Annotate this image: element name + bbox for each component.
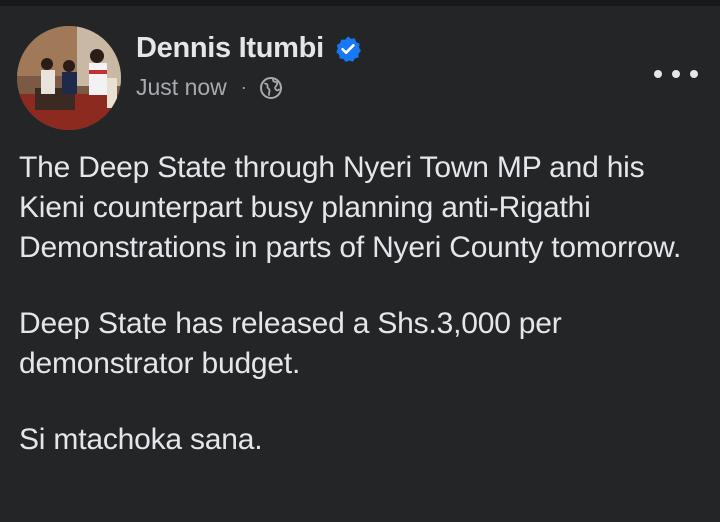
avatar-photo: [17, 26, 121, 130]
avatar[interactable]: [17, 26, 121, 130]
meta-separator: ·: [240, 77, 247, 97]
post-body: The Deep State through Nyeri Town MP and…: [19, 148, 699, 496]
post-paragraph: Deep State has released a Shs.3,000 per …: [19, 307, 562, 380]
timestamp[interactable]: Just now: [136, 74, 227, 101]
more-dot: [672, 70, 680, 78]
author-name[interactable]: Dennis Itumbi: [136, 32, 324, 65]
author-row: Dennis Itumbi: [136, 32, 362, 65]
more-options-icon[interactable]: [654, 64, 698, 84]
post-card: Dennis Itumbi Just now · The Deep State …: [0, 6, 720, 522]
post-meta: Just now ·: [136, 74, 283, 101]
more-dot: [654, 70, 662, 78]
post-paragraph: The Deep State through Nyeri Town MP and…: [19, 151, 682, 264]
post-paragraph: Si mtachoka sana.: [19, 423, 263, 456]
verified-badge-icon: [334, 35, 362, 63]
more-dot: [690, 70, 698, 78]
globe-icon[interactable]: [259, 76, 283, 100]
